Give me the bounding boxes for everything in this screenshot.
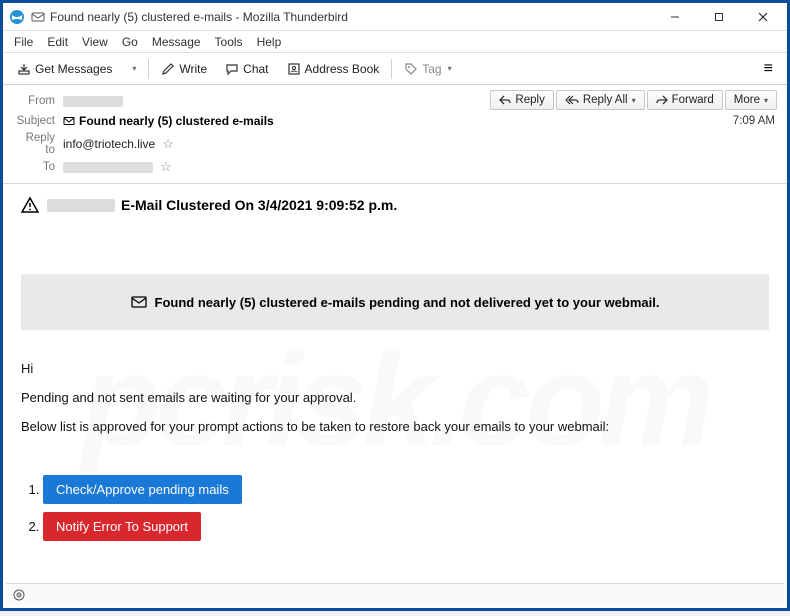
notify-error-button[interactable]: Notify Error To Support — [43, 512, 201, 541]
get-messages-dropdown[interactable]: ▾ — [122, 60, 144, 77]
action-list: Check/Approve pending mails Notify Error… — [43, 475, 769, 541]
toolbar: Get Messages ▾ Write Chat Address Book — [3, 53, 787, 85]
chevron-down-icon: ▾ — [632, 96, 636, 105]
write-label: Write — [179, 62, 207, 76]
statusbar — [6, 583, 784, 605]
menu-view[interactable]: View — [75, 33, 115, 51]
reply-all-label: Reply All — [583, 94, 628, 106]
hamburger-icon: ≡ — [764, 60, 773, 77]
star-icon[interactable]: ☆ — [162, 136, 174, 152]
window-title: Found nearly (5) clustered e-mails - Moz… — [50, 10, 653, 24]
address-book-icon — [287, 62, 301, 76]
list-item: Check/Approve pending mails — [43, 475, 769, 504]
app-menu-button[interactable]: ≡ — [756, 56, 781, 82]
reply-all-button[interactable]: Reply All ▾ — [556, 90, 645, 110]
get-messages-label: Get Messages — [35, 62, 112, 76]
message-time: 7:09 AM — [733, 115, 775, 127]
star-icon[interactable]: ☆ — [160, 159, 172, 175]
forward-button[interactable]: Forward — [647, 90, 723, 110]
menu-go[interactable]: Go — [115, 33, 145, 51]
chat-label: Chat — [243, 62, 268, 76]
message-body: pcrisk.com E-Mail Clustered On 3/4/2021 … — [3, 184, 787, 616]
envelope-icon — [131, 294, 147, 310]
subject-value: Found nearly (5) clustered e-mails — [63, 114, 777, 128]
menu-message[interactable]: Message — [145, 33, 208, 51]
banner: Found nearly (5) clustered e-mails pendi… — [21, 274, 769, 330]
subject-label: Subject — [13, 115, 63, 127]
chevron-down-icon: ▾ — [764, 96, 768, 105]
get-messages-button[interactable]: Get Messages — [9, 58, 120, 80]
tag-label: Tag — [422, 62, 441, 76]
body-line-2: Below list is approved for your prompt a… — [21, 418, 769, 437]
from-label: From — [13, 95, 63, 107]
tag-icon — [404, 62, 418, 76]
chevron-down-icon: ▾ — [132, 64, 136, 73]
menu-file[interactable]: File — [7, 33, 40, 51]
reply-icon — [499, 95, 511, 105]
menu-tools[interactable]: Tools — [208, 33, 250, 51]
warning-row: E-Mail Clustered On 3/4/2021 9:09:52 p.m… — [21, 196, 769, 214]
chat-button[interactable]: Chat — [217, 58, 276, 80]
write-button[interactable]: Write — [153, 58, 215, 80]
envelope-tab-icon — [31, 10, 45, 24]
close-button[interactable] — [741, 3, 785, 31]
body-greeting: Hi — [21, 360, 769, 379]
to-value: ☆ — [63, 159, 777, 175]
minimize-button[interactable] — [653, 3, 697, 31]
more-label: More — [734, 94, 760, 106]
connection-status-icon[interactable] — [12, 588, 26, 602]
reply-label: Reply — [515, 94, 544, 106]
warning-text-value: E-Mail Clustered On 3/4/2021 9:09:52 p.m… — [121, 197, 397, 213]
toolbar-separator — [148, 59, 149, 79]
menubar: File Edit View Go Message Tools Help — [3, 31, 787, 53]
message-headers: Reply Reply All ▾ Forward More ▾ 7:09 AM… — [3, 85, 787, 181]
address-book-label: Address Book — [305, 62, 380, 76]
chat-icon — [225, 62, 239, 76]
warning-text: E-Mail Clustered On 3/4/2021 9:09:52 p.m… — [47, 197, 397, 213]
list-item: Notify Error To Support — [43, 512, 769, 541]
banner-text: Found nearly (5) clustered e-mails pendi… — [155, 295, 660, 310]
titlebar: Found nearly (5) clustered e-mails - Moz… — [3, 3, 787, 31]
toolbar-separator — [391, 59, 392, 79]
reply-to-text: info@triotech.live — [63, 137, 155, 151]
window-controls — [653, 3, 785, 31]
reply-to-label: Reply to — [13, 132, 63, 156]
thunderbird-app-icon — [9, 9, 25, 25]
pencil-icon — [161, 62, 175, 76]
maximize-button[interactable] — [697, 3, 741, 31]
reply-all-icon — [565, 95, 579, 105]
tag-button[interactable]: Tag ▾ — [396, 58, 459, 80]
reply-to-value: info@triotech.live ☆ — [63, 136, 777, 152]
envelope-icon — [63, 115, 75, 127]
address-book-button[interactable]: Address Book — [279, 58, 388, 80]
to-label: To — [13, 161, 63, 173]
menu-help[interactable]: Help — [250, 33, 289, 51]
header-actions: Reply Reply All ▾ Forward More ▾ — [490, 90, 777, 110]
more-button[interactable]: More ▾ — [725, 90, 777, 110]
reply-button[interactable]: Reply — [490, 90, 553, 110]
check-approve-button[interactable]: Check/Approve pending mails — [43, 475, 242, 504]
forward-icon — [656, 95, 668, 105]
chevron-down-icon: ▾ — [448, 64, 452, 73]
menu-edit[interactable]: Edit — [40, 33, 75, 51]
warning-triangle-icon — [21, 196, 39, 214]
subject-text: Found nearly (5) clustered e-mails — [79, 114, 274, 128]
body-line-1: Pending and not sent emails are waiting … — [21, 389, 769, 408]
download-icon — [17, 62, 31, 76]
forward-label: Forward — [672, 94, 714, 106]
